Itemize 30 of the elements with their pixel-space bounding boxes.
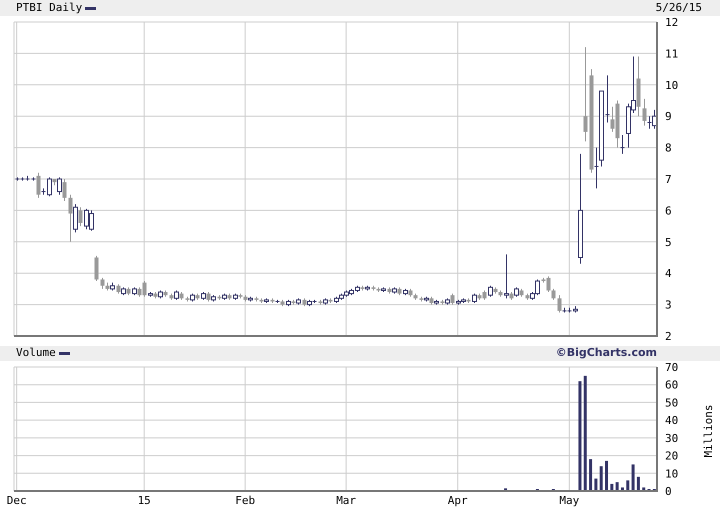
axis-tick-label: 15 — [138, 494, 151, 507]
axis-tick-label: 4 — [665, 267, 672, 280]
axis-tick-label: 11 — [665, 47, 678, 60]
axis-label: Millions — [702, 404, 715, 458]
axis-tick-label: 30 — [665, 432, 678, 445]
axis-tick-label: 0 — [665, 485, 672, 498]
axis-tick-label: Feb — [235, 494, 256, 507]
axis-tick-label: 2 — [665, 330, 672, 343]
axis-tick-label: 6 — [665, 204, 672, 218]
axis-tick-label: 60 — [665, 378, 678, 392]
legend-label: Volume — [16, 345, 56, 362]
date-label: 5/26/15 — [656, 0, 703, 16]
axis-tick-label: May — [559, 494, 580, 507]
axis-tick-label: 50 — [665, 396, 678, 410]
axis-tick-label: 5 — [665, 236, 672, 249]
axis-tick-label: 40 — [665, 414, 678, 428]
axis-tick-label: Mar — [336, 494, 356, 507]
chart-title: PTBI Daily — [16, 0, 82, 16]
axis-tick-label: 12 — [665, 16, 678, 29]
axis-tick-label: 20 — [665, 450, 678, 463]
axis-tick-label: 8 — [665, 142, 672, 155]
axis-tick-label: 3 — [665, 298, 672, 312]
axis-tick-label: Dec — [6, 494, 27, 507]
axis-tick-label: 7 — [665, 173, 672, 186]
axis-tick-label: Apr — [448, 494, 468, 507]
copyright-text: ©BigCharts.com — [556, 345, 657, 362]
axis-tick-label: 10 — [665, 78, 678, 92]
axis-tick-label: 10 — [665, 467, 678, 480]
axis-tick-label: 70 — [665, 361, 678, 374]
axis-tick-label: 9 — [665, 110, 672, 124]
